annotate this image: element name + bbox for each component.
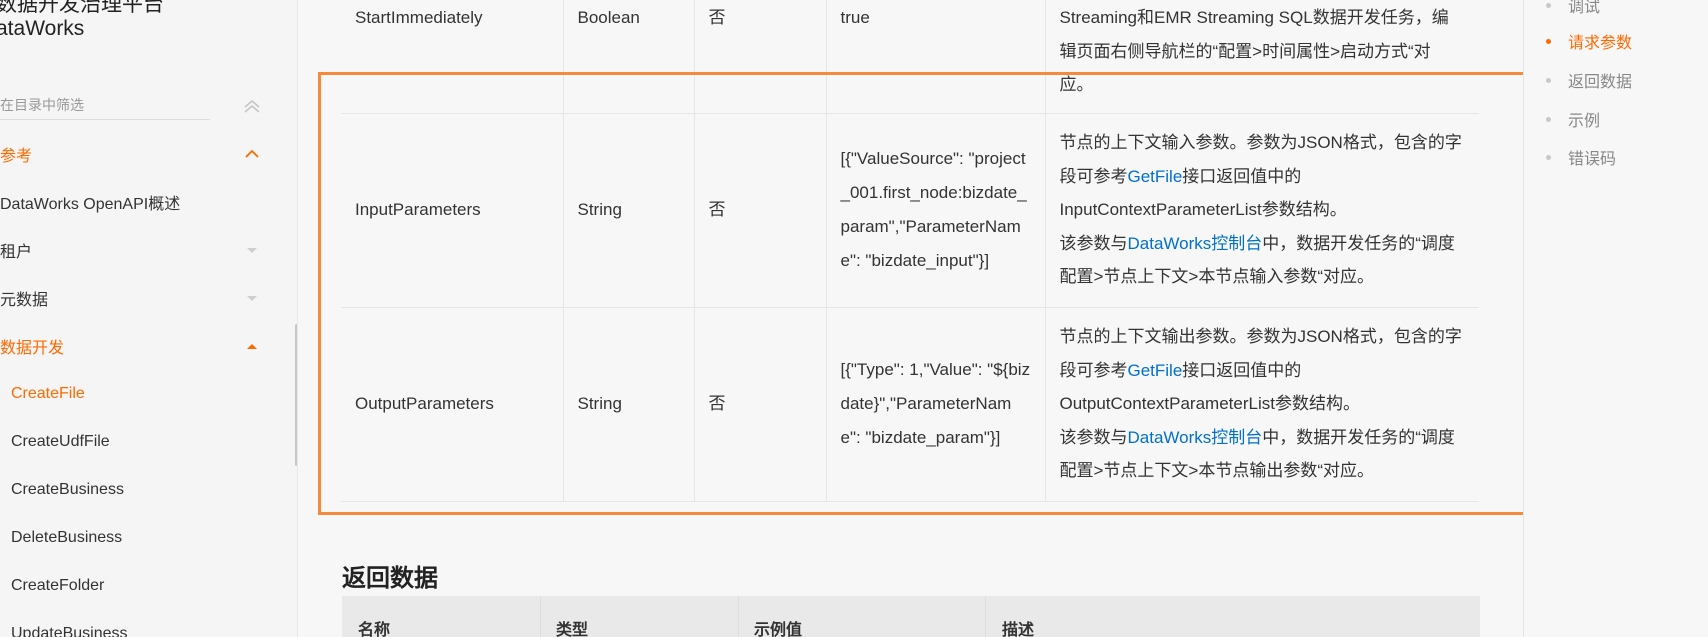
sidebar-item-createfolder[interactable]: CreateFolder <box>0 570 275 602</box>
product-name: ataWorks <box>0 17 85 40</box>
sidebar-item-label: UpdateBusiness <box>11 625 128 637</box>
sidebar-item-createudffile[interactable]: CreateUdfFile <box>0 426 275 458</box>
sidebar-scrollbar[interactable] <box>295 324 297 466</box>
column-header-type: 类型 <box>556 622 589 637</box>
param-required: 否 <box>694 0 827 114</box>
collapse-all-icon[interactable] <box>240 96 264 116</box>
param-type: String <box>563 307 695 502</box>
sidebar-item-data-development[interactable]: 数据开发 <box>0 330 275 362</box>
getfile-link[interactable]: GetFile <box>1128 167 1183 186</box>
bullet-dot-icon <box>1546 2 1551 8</box>
caret-up-icon[interactable] <box>244 338 260 354</box>
column-divider <box>738 596 739 637</box>
column-header-name: 名称 <box>358 622 391 637</box>
param-required: 否 <box>694 307 827 502</box>
sidebar-item-createbusiness[interactable]: CreateBusiness <box>0 474 275 506</box>
sidebar-item-reference[interactable]: 参考 <box>0 138 275 170</box>
param-description: 节点的上下文输出参数。参数为JSON格式，包含的字段可参考GetFile接口返回… <box>1045 307 1479 502</box>
request-params-table: StartImmediately Boolean 否 true Streamin… <box>341 0 1479 502</box>
dataworks-console-link[interactable]: DataWorks控制台 <box>1128 428 1263 447</box>
param-example: [{"ValueSource": "project_001.first_node… <box>826 113 1046 308</box>
param-type: Boolean <box>563 0 695 114</box>
param-name: InputParameters <box>341 113 564 308</box>
param-description: Streaming和EMR Streaming SQL数据开发任务，编 辑页面右… <box>1045 0 1479 114</box>
response-data-heading: 返回数据 <box>342 565 438 592</box>
param-example: [{"Type": 1,"Value": "${bizdate}","Param… <box>826 307 1046 502</box>
column-divider <box>540 596 541 637</box>
bullet-dot-icon <box>1546 38 1551 44</box>
directory-filter-input[interactable] <box>0 96 200 113</box>
caret-down-icon[interactable] <box>244 242 260 258</box>
sidebar-item-label: CreateBusiness <box>11 481 124 498</box>
toc-item-request-params[interactable]: 请求参数 <box>1546 29 1632 53</box>
toc-item-debug[interactable]: 调试 <box>1546 0 1600 17</box>
sidebar-item-deletebusiness[interactable]: DeleteBusiness <box>0 522 275 554</box>
sidebar-item-updatebusiness[interactable]: UpdateBusiness <box>0 618 275 637</box>
toc-item-label: 示例 <box>1568 113 1601 130</box>
column-divider <box>985 596 986 637</box>
sidebar-item-label: CreateFile <box>11 385 85 402</box>
table-row: InputParameters String 否 [{"ValueSource"… <box>341 113 1479 308</box>
main-content: StartImmediately Boolean 否 true Streamin… <box>299 0 1519 637</box>
bullet-dot-icon <box>1546 77 1551 83</box>
sidebar-item-label: 元数据 <box>0 292 49 309</box>
sidebar-item-label: CreateUdfFile <box>11 433 110 450</box>
toc-item-examples[interactable]: 示例 <box>1546 107 1600 131</box>
sidebar-item-metadata[interactable]: 元数据 <box>0 282 275 314</box>
param-name: OutputParameters <box>341 307 564 502</box>
toc-item-response-data[interactable]: 返回数据 <box>1546 68 1632 92</box>
sidebar-item-label: CreateFolder <box>11 577 105 594</box>
sidebar-item-label: 租户 <box>0 244 33 261</box>
dataworks-console-link[interactable]: DataWorks控制台 <box>1128 234 1263 253</box>
sidebar-item-label: DataWorks OpenAPI概述 <box>0 196 181 213</box>
table-row: OutputParameters String 否 [{"Type": 1,"V… <box>341 307 1479 502</box>
response-table-header: 名称 类型 示例值 描述 <box>342 596 1480 637</box>
description-line: 辑页面右侧导航栏的“配置>时间属性>启动方式“对 <box>1059 41 1431 61</box>
toc-item-label: 请求参数 <box>1568 35 1633 52</box>
description-line: 应。 <box>1059 75 1094 94</box>
caret-down-icon[interactable] <box>244 290 260 306</box>
param-description: 节点的上下文输入参数。参数为JSON格式，包含的字段可参考GetFile接口返回… <box>1045 113 1479 308</box>
getfile-link[interactable]: GetFile <box>1128 361 1183 380</box>
toc-item-error-codes[interactable]: 错误码 <box>1546 145 1616 169</box>
param-required: 否 <box>694 113 827 308</box>
toc-item-label: 返回数据 <box>1568 74 1633 91</box>
column-header-description: 描述 <box>1002 622 1035 637</box>
param-example: true <box>826 0 1046 114</box>
description-text: 该参数与 <box>1059 233 1128 253</box>
sidebar-item-tenant[interactable]: 租户 <box>0 234 275 266</box>
toc-item-label: 错误码 <box>1568 151 1617 168</box>
sidebar-item-label: 数据开发 <box>0 340 65 357</box>
column-header-example: 示例值 <box>754 622 803 637</box>
param-type: String <box>563 113 695 308</box>
sidebar-item-createfile[interactable]: CreateFile <box>0 378 275 410</box>
sidebar-item-openapi-overview[interactable]: DataWorks OpenAPI概述 <box>0 186 275 218</box>
sidebar-item-label: 参考 <box>0 148 33 165</box>
description-line: Streaming和EMR Streaming SQL数据开发任务，编 <box>1059 8 1449 27</box>
table-row: StartImmediately Boolean 否 true Streamin… <box>341 0 1479 114</box>
toc-item-label: 调试 <box>1568 0 1601 16</box>
sidebar: 数据开发治理平台 ataWorks 参考 DataWorks OpenAPI概述… <box>0 0 298 637</box>
param-name: StartImmediately <box>341 0 564 114</box>
sidebar-item-label: DeleteBusiness <box>11 529 123 546</box>
description-text: 该参数与 <box>1059 427 1128 447</box>
directory-filter[interactable] <box>0 90 210 120</box>
chevron-up-icon[interactable] <box>244 146 260 162</box>
table-of-contents: 调试 请求参数 返回数据 示例 错误码 <box>1523 0 1708 637</box>
bullet-dot-icon <box>1546 116 1551 122</box>
bullet-dot-icon <box>1546 154 1551 160</box>
